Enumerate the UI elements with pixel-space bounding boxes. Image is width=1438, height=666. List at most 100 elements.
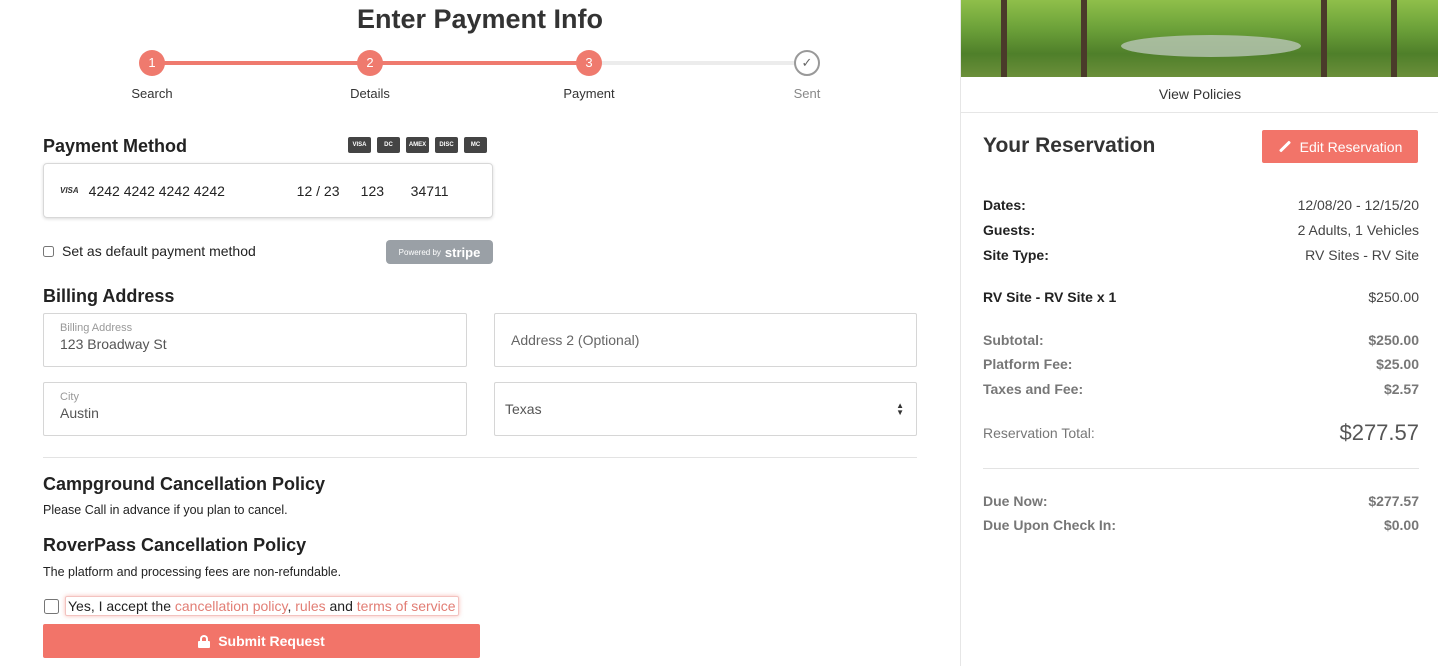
guests-row: Guests: 2 Adults, 1 Vehicles (983, 222, 1419, 238)
step-number: 1 (139, 50, 165, 76)
guests-key: Guests: (983, 222, 1036, 238)
due-now-row: Due Now: $277.57 (983, 493, 1419, 509)
progress-stepper: 1 Search 2 Details 3 Payment ✓ Sent (0, 50, 960, 110)
roverpass-policy-text: The platform and processing fees are non… (43, 565, 342, 579)
card-input[interactable]: VISA 4242 4242 4242 4242 12 / 23 123 347… (43, 163, 493, 218)
rules-link[interactable]: rules (295, 598, 325, 614)
billing-address-label: Billing Address (60, 322, 133, 334)
due-now-value: $277.57 (1368, 493, 1419, 509)
step-label: Details (350, 86, 390, 101)
dates-key: Dates: (983, 197, 1026, 213)
card-zip-field[interactable]: 34711 (411, 183, 449, 199)
subtotal-value: $250.00 (1368, 332, 1419, 348)
step-label: Payment (563, 86, 615, 101)
taxes-value: $2.57 (1383, 381, 1419, 397)
city-field[interactable]: City Austin (43, 382, 467, 436)
tree-trunk (1321, 0, 1327, 77)
dates-row: Dates: 12/08/20 - 12/15/20 (983, 197, 1419, 213)
submit-request-button[interactable]: Submit Request (43, 624, 480, 658)
step-number: 2 (357, 50, 383, 76)
site-item-row: RV Site - RV Site x 1 $250.00 (983, 289, 1419, 305)
accept-terms-row: Yes, I accept the cancellation policy, r… (44, 596, 459, 616)
tree-trunk (1081, 0, 1087, 77)
site-item-key: RV Site - RV Site x 1 (983, 289, 1117, 305)
due-checkin-value: $0.00 (1383, 517, 1419, 533)
site-type-key: Site Type: (983, 247, 1049, 263)
pencil-icon (1278, 140, 1291, 153)
site-item-value: $250.00 (1368, 289, 1419, 305)
step-sent: ✓ Sent (747, 50, 867, 101)
card-cvc-field[interactable]: 123 (361, 183, 411, 199)
stripe-prefix: Powered by (398, 247, 441, 257)
reservation-total-row: Reservation Total: $277.57 (983, 420, 1419, 446)
view-policies-link[interactable]: View Policies (961, 77, 1438, 113)
stripe-logo: stripe (444, 244, 481, 260)
lock-icon (198, 634, 211, 648)
select-arrows-icon: ▲ ▼ (896, 401, 904, 417)
state-select[interactable]: Texas ▲ ▼ (494, 382, 917, 436)
edit-reservation-button[interactable]: Edit Reservation (1262, 130, 1418, 163)
check-icon: ✓ (794, 50, 820, 76)
edit-reservation-label: Edit Reservation (1299, 138, 1403, 155)
card-expiry-field[interactable]: 12 / 23 (297, 183, 361, 199)
visa-icon: VISA (348, 137, 371, 153)
terms-of-service-link[interactable]: terms of service (357, 598, 456, 614)
page-title: Enter Payment Info (356, 4, 604, 34)
step-number: 3 (576, 50, 602, 76)
step-payment: 3 Payment (529, 50, 649, 101)
step-label: Search (131, 86, 173, 101)
tree-trunk (1391, 0, 1397, 77)
taxes-key: Taxes and Fee: (983, 381, 1084, 397)
address2-placeholder: Address 2 (Optional) (511, 332, 640, 348)
payment-panel: Enter Payment Info 1 Search 2 Details 3 … (0, 0, 960, 666)
step-search[interactable]: 1 Search (92, 50, 212, 101)
campground-policy-text: Please Call in advance if you plan to ca… (43, 503, 288, 517)
section-divider (43, 457, 917, 458)
platform-fee-key: Platform Fee: (983, 356, 1073, 372)
reservation-total-key: Reservation Total: (983, 425, 1095, 441)
accept-prefix: Yes, I accept the (68, 598, 175, 614)
stream (1121, 35, 1301, 57)
discover-icon: DISC (435, 137, 458, 153)
default-payment-checkbox[interactable] (43, 245, 54, 257)
amex-icon: AMEX (406, 137, 429, 153)
city-label: City (60, 391, 79, 403)
site-type-value: RV Sites - RV Site (1305, 247, 1419, 263)
step-label: Sent (793, 86, 821, 101)
subtotal-key: Subtotal: (983, 332, 1044, 348)
accepted-cards: VISA DC AMEX DISC MC (348, 137, 487, 153)
subtotal-row: Subtotal: $250.00 (983, 332, 1419, 348)
state-value: Texas (505, 401, 542, 417)
card-number-field[interactable]: 4242 4242 4242 4242 (89, 183, 297, 199)
tree-trunk (1001, 0, 1007, 77)
due-now-key: Due Now: (983, 493, 1048, 509)
platform-fee-value: $25.00 (1376, 356, 1419, 372)
site-type-row: Site Type: RV Sites - RV Site (983, 247, 1419, 263)
cancellation-policy-link[interactable]: cancellation policy (175, 598, 288, 614)
reservation-title: Your Reservation (983, 134, 1156, 157)
due-checkin-row: Due Upon Check In: $0.00 (983, 517, 1419, 533)
campground-photo (961, 0, 1438, 77)
taxes-row: Taxes and Fee: $2.57 (983, 381, 1419, 397)
billing-address-heading: Billing Address (43, 286, 175, 306)
guests-value: 2 Adults, 1 Vehicles (1297, 222, 1419, 238)
default-payment-option[interactable]: Set as default payment method (43, 243, 256, 259)
step-details[interactable]: 2 Details (310, 50, 430, 101)
diners-club-icon: DC (377, 137, 400, 153)
submit-label: Submit Request (218, 633, 325, 649)
address2-field[interactable]: Address 2 (Optional) (494, 313, 917, 367)
accept-terms-text: Yes, I accept the cancellation policy, r… (65, 596, 459, 616)
card-brand-icon: VISA (60, 186, 79, 195)
reservation-total-value: $277.57 (1339, 420, 1419, 445)
city-value: Austin (60, 405, 99, 421)
billing-address-field[interactable]: Billing Address 123 Broadway St (43, 313, 467, 367)
reservation-sidebar: View Policies Your Reservation Edit Rese… (960, 0, 1438, 666)
roverpass-policy-heading: RoverPass Cancellation Policy (43, 535, 307, 555)
dates-value: 12/08/20 - 12/15/20 (1297, 197, 1419, 213)
and-text: and (325, 598, 357, 614)
accept-terms-checkbox[interactable] (44, 598, 59, 614)
billing-address-value: 123 Broadway St (60, 336, 167, 352)
due-checkin-key: Due Upon Check In: (983, 517, 1117, 533)
stripe-badge: Powered by stripe (386, 240, 493, 264)
campground-policy-heading: Campground Cancellation Policy (43, 474, 326, 494)
